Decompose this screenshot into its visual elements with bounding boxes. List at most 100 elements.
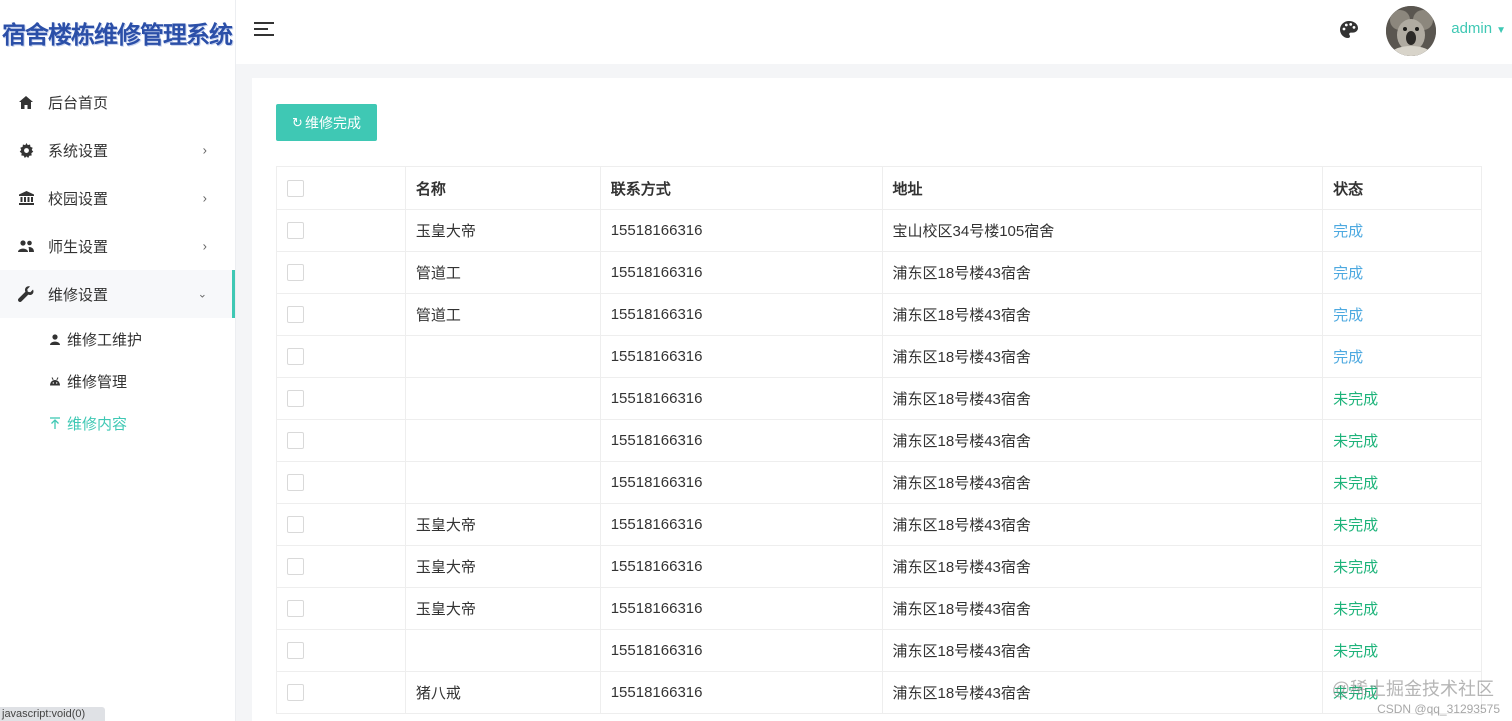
- cell-status: 未完成: [1322, 545, 1482, 588]
- cell-status: 完成: [1322, 335, 1482, 378]
- cell-status: 未完成: [1322, 503, 1482, 546]
- table-row[interactable]: 玉皇大帝 15518166316 浦东区18号楼43宿舍 未完成: [276, 587, 1482, 630]
- cell-status: 未完成: [1322, 629, 1482, 672]
- sidebar-item-label: 系统设置: [48, 142, 109, 160]
- chevron-right-icon: ›: [202, 238, 207, 254]
- table-row[interactable]: 管道工 15518166316 浦东区18号楼43宿舍 完成: [276, 251, 1482, 294]
- cell-address: 宝山校区34号楼105宿舍: [882, 209, 1324, 252]
- cell-address: 浦东区18号楼43宿舍: [882, 503, 1324, 546]
- submenu-item-label: 维修工维护: [67, 331, 143, 349]
- row-checkbox[interactable]: [287, 642, 304, 660]
- column-header-address[interactable]: 地址: [882, 166, 1324, 210]
- cell-name: [405, 419, 601, 462]
- row-select-cell: [276, 671, 406, 714]
- column-header-name[interactable]: 名称: [405, 166, 601, 210]
- sidebar: 宿舍楼栋维修管理系统 后台首页 系统设置 › 校园设置 › 师生设置 › 维修设…: [0, 0, 236, 721]
- table-row[interactable]: 管道工 15518166316 浦东区18号楼43宿舍 完成: [276, 293, 1482, 336]
- bank-icon: [18, 190, 34, 206]
- sidebar-item-repair-settings[interactable]: 维修设置 ⌄: [0, 270, 235, 318]
- sidebar-item-teacher-student-settings[interactable]: 师生设置 ›: [0, 222, 235, 270]
- wrench-icon: [18, 286, 34, 302]
- table-row[interactable]: 玉皇大帝 15518166316 浦东区18号楼43宿舍 未完成: [276, 545, 1482, 588]
- android-icon: [48, 376, 62, 386]
- row-checkbox[interactable]: [287, 306, 304, 324]
- main-content: ↻ 维修完成 名称 联系方式 地址 状态 玉皇大帝 15518166316 宝山校区3: [252, 78, 1512, 721]
- row-checkbox[interactable]: [287, 432, 304, 450]
- cell-name: 管道工: [405, 251, 601, 294]
- cell-address: 浦东区18号楼43宿舍: [882, 629, 1324, 672]
- avatar[interactable]: [1386, 6, 1436, 56]
- browser-status-url: javascript:void(0): [0, 707, 105, 721]
- sidebar-item-campus-settings[interactable]: 校园设置 ›: [0, 174, 235, 222]
- cell-phone: 15518166316: [600, 335, 883, 378]
- row-checkbox[interactable]: [287, 558, 304, 576]
- row-select-cell: [276, 587, 406, 630]
- sidebar-item-label: 校园设置: [48, 190, 109, 208]
- table-row[interactable]: 玉皇大帝 15518166316 浦东区18号楼43宿舍 未完成: [276, 503, 1482, 546]
- row-checkbox[interactable]: [287, 348, 304, 366]
- column-header-status[interactable]: 状态: [1322, 166, 1482, 210]
- cell-name: 玉皇大帝: [405, 503, 601, 546]
- cell-status: 未完成: [1322, 377, 1482, 420]
- row-checkbox[interactable]: [287, 516, 304, 534]
- csdn-watermark: CSDN @qq_31293575: [1377, 702, 1500, 716]
- user-menu[interactable]: admin ▼: [1451, 20, 1506, 37]
- select-all-checkbox[interactable]: [287, 179, 304, 197]
- table-row[interactable]: 15518166316 浦东区18号楼43宿舍 未完成: [276, 629, 1482, 672]
- cell-phone: 15518166316: [600, 293, 883, 336]
- cell-phone: 15518166316: [600, 377, 883, 420]
- row-select-cell: [276, 335, 406, 378]
- cell-status: 完成: [1322, 209, 1482, 252]
- cell-address: 浦东区18号楼43宿舍: [882, 587, 1324, 630]
- cell-phone: 15518166316: [600, 629, 883, 672]
- submenu-item-repair-management[interactable]: 维修管理: [0, 360, 235, 402]
- cell-name: 玉皇大帝: [405, 587, 601, 630]
- row-select-cell: [276, 293, 406, 336]
- cell-name: 玉皇大帝: [405, 209, 601, 252]
- table-row[interactable]: 玉皇大帝 15518166316 宝山校区34号楼105宿舍 完成: [276, 209, 1482, 252]
- table-row[interactable]: 猪八戒 15518166316 浦东区18号楼43宿舍 未完成: [276, 671, 1482, 714]
- cell-phone: 15518166316: [600, 587, 883, 630]
- repair-table: 名称 联系方式 地址 状态 玉皇大帝 15518166316 宝山校区34号楼105…: [276, 166, 1482, 714]
- user-icon: [48, 333, 62, 345]
- row-select-cell: [276, 419, 406, 462]
- column-header-phone[interactable]: 联系方式: [600, 166, 883, 210]
- cell-name: 管道工: [405, 293, 601, 336]
- table-row[interactable]: 15518166316 浦东区18号楼43宿舍 未完成: [276, 461, 1482, 504]
- row-select-cell: [276, 209, 406, 252]
- chevron-down-icon: ⌄: [197, 288, 207, 301]
- chevron-right-icon: ›: [202, 142, 207, 158]
- sidebar-item-home[interactable]: 后台首页: [0, 78, 235, 126]
- row-checkbox[interactable]: [287, 474, 304, 492]
- sidebar-item-label: 后台首页: [48, 94, 109, 112]
- submenu-item-repairman-maintenance[interactable]: 维修工维护: [0, 318, 235, 360]
- submenu-item-repair-content[interactable]: 维修内容: [0, 402, 235, 444]
- watermark-text: @稀土掘金技术社区: [1331, 679, 1494, 699]
- submenu-item-label: 维修内容: [67, 415, 128, 433]
- cell-name: 玉皇大帝: [405, 545, 601, 588]
- repair-complete-button[interactable]: ↻ 维修完成: [276, 104, 377, 141]
- cell-name: [405, 335, 601, 378]
- table-row[interactable]: 15518166316 浦东区18号楼43宿舍 未完成: [276, 419, 1482, 462]
- table-row[interactable]: 15518166316 浦东区18号楼43宿舍 完成: [276, 335, 1482, 378]
- menu-toggle-icon[interactable]: [254, 22, 274, 38]
- cell-phone: 15518166316: [600, 671, 883, 714]
- upload-arrow-icon: [48, 417, 62, 429]
- cell-status: 未完成: [1322, 419, 1482, 462]
- row-checkbox[interactable]: [287, 222, 304, 240]
- row-checkbox[interactable]: [287, 684, 304, 702]
- cell-address: 浦东区18号楼43宿舍: [882, 293, 1324, 336]
- row-checkbox[interactable]: [287, 390, 304, 408]
- table-row[interactable]: 15518166316 浦东区18号楼43宿舍 未完成: [276, 377, 1482, 420]
- sidebar-item-system-settings[interactable]: 系统设置 ›: [0, 126, 235, 174]
- palette-icon[interactable]: [1340, 21, 1360, 41]
- cell-name: [405, 377, 601, 420]
- select-all-cell: [276, 166, 406, 210]
- caret-down-icon: ▼: [1496, 25, 1506, 36]
- cell-phone: 15518166316: [600, 503, 883, 546]
- row-checkbox[interactable]: [287, 600, 304, 618]
- app-title: 宿舍楼栋维修管理系统: [2, 19, 233, 49]
- row-select-cell: [276, 545, 406, 588]
- table-body: 玉皇大帝 15518166316 宝山校区34号楼105宿舍 完成 管道工 1551816…: [276, 209, 1482, 714]
- row-checkbox[interactable]: [287, 264, 304, 282]
